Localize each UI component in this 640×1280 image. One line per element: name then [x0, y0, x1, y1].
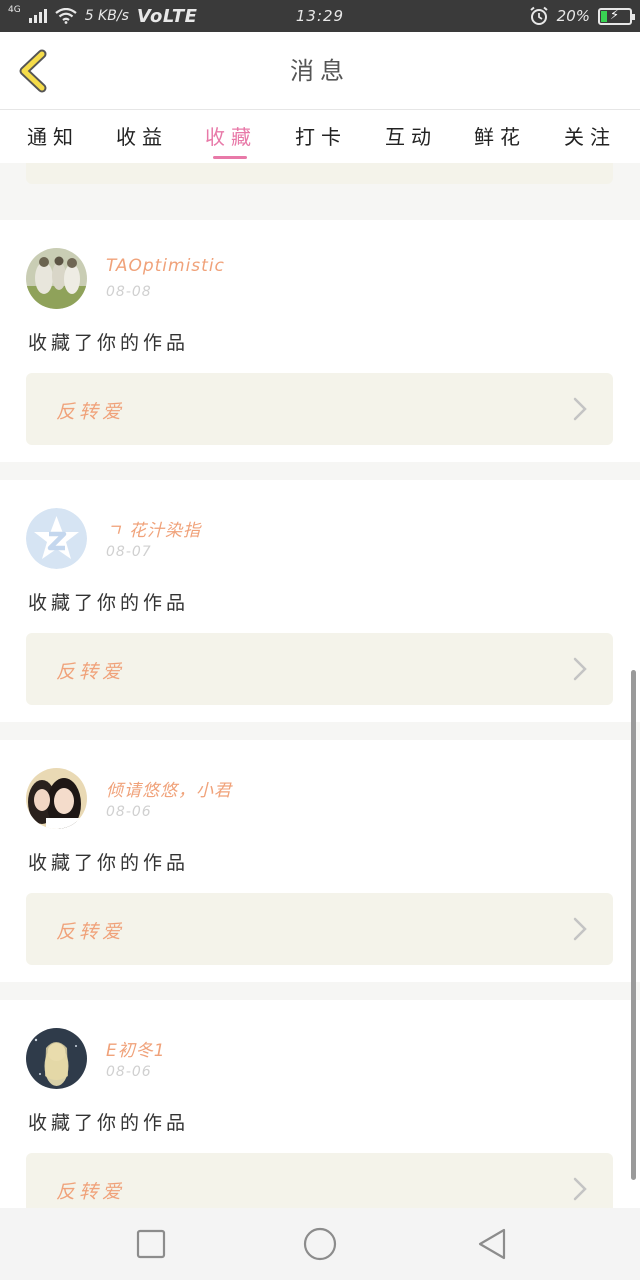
chevron-right-icon [573, 397, 587, 421]
work-title: 反转爱 [56, 401, 126, 423]
tab-flowers[interactable]: 鲜花 [465, 121, 535, 150]
action-text: 收藏了你的作品 [28, 332, 190, 354]
action-text: 收藏了你的作品 [28, 1112, 190, 1134]
chevron-right-icon [573, 1177, 587, 1201]
work-title: 反转爱 [56, 921, 126, 943]
list-item: TAOptimistic 08-08 收藏了你的作品 反转爱 [0, 220, 640, 462]
notification-list: TAOptimistic 08-08 收藏了你的作品 反转爱 ㄱ 花汁染指 08… [0, 163, 640, 1208]
action-text: 收藏了你的作品 [28, 592, 190, 614]
list-item: E初冬1 08-06 收藏了你的作品 反转爱 [0, 1000, 640, 1208]
page-title: 消息 [290, 57, 350, 85]
tab-checkin[interactable]: 打卡 [286, 121, 356, 150]
action-text: 收藏了你的作品 [28, 852, 190, 874]
system-nav-bar [0, 1208, 640, 1280]
date: 08-06 [106, 804, 152, 820]
date: 08-07 [106, 544, 152, 560]
date: 08-08 [106, 284, 152, 300]
chevron-right-icon [573, 917, 587, 941]
avatar[interactable] [26, 508, 87, 569]
tab-favorites[interactable]: 收藏 [196, 121, 266, 150]
battery-percent: 20% [556, 7, 590, 25]
previous-work-box[interactable] [26, 163, 613, 184]
username[interactable]: ㄱ 花汁染指 [106, 516, 201, 541]
scrollbar[interactable] [631, 670, 636, 1180]
back-icon[interactable] [474, 1226, 510, 1262]
tab-bar: 通知 收益 收藏 打卡 互动 鲜花 关注 [0, 111, 640, 163]
battery-icon: ⚡ [598, 7, 635, 25]
username[interactable]: 倾请悠悠，小君 [106, 776, 232, 801]
list-item: 倾请悠悠，小君 08-06 收藏了你的作品 反转爱 [0, 740, 640, 982]
header: 消息 [0, 32, 640, 110]
work-link[interactable]: 反转爱 [26, 893, 613, 965]
tab-interactions[interactable]: 互动 [376, 121, 446, 150]
work-link[interactable]: 反转爱 [26, 633, 613, 705]
tab-following[interactable]: 关注 [555, 121, 625, 150]
avatar[interactable] [26, 248, 87, 309]
list-item: ㄱ 花汁染指 08-07 收藏了你的作品 反转爱 [0, 480, 640, 722]
work-title: 反转爱 [56, 661, 126, 683]
tab-earnings[interactable]: 收益 [107, 121, 177, 150]
status-bar: 4G 5 KB/s VoLTE 13:29 20% ⚡ [0, 0, 640, 32]
chevron-right-icon [573, 657, 587, 681]
work-link[interactable]: 反转爱 [26, 373, 613, 445]
active-tab-indicator [213, 156, 247, 159]
work-title: 反转爱 [56, 1181, 126, 1203]
avatar[interactable] [26, 768, 87, 829]
tab-notifications[interactable]: 通知 [18, 121, 88, 150]
username[interactable]: TAOptimistic [106, 256, 225, 276]
home-icon[interactable] [302, 1226, 338, 1262]
battery-fill [601, 10, 607, 22]
charging-icon: ⚡ [610, 7, 620, 23]
recent-apps-icon[interactable] [133, 1226, 169, 1262]
username[interactable]: E初冬1 [106, 1036, 166, 1061]
date: 08-06 [106, 1064, 152, 1080]
work-link[interactable]: 反转爱 [26, 1153, 613, 1208]
alarm-icon [530, 6, 548, 25]
avatar[interactable] [26, 1028, 87, 1089]
